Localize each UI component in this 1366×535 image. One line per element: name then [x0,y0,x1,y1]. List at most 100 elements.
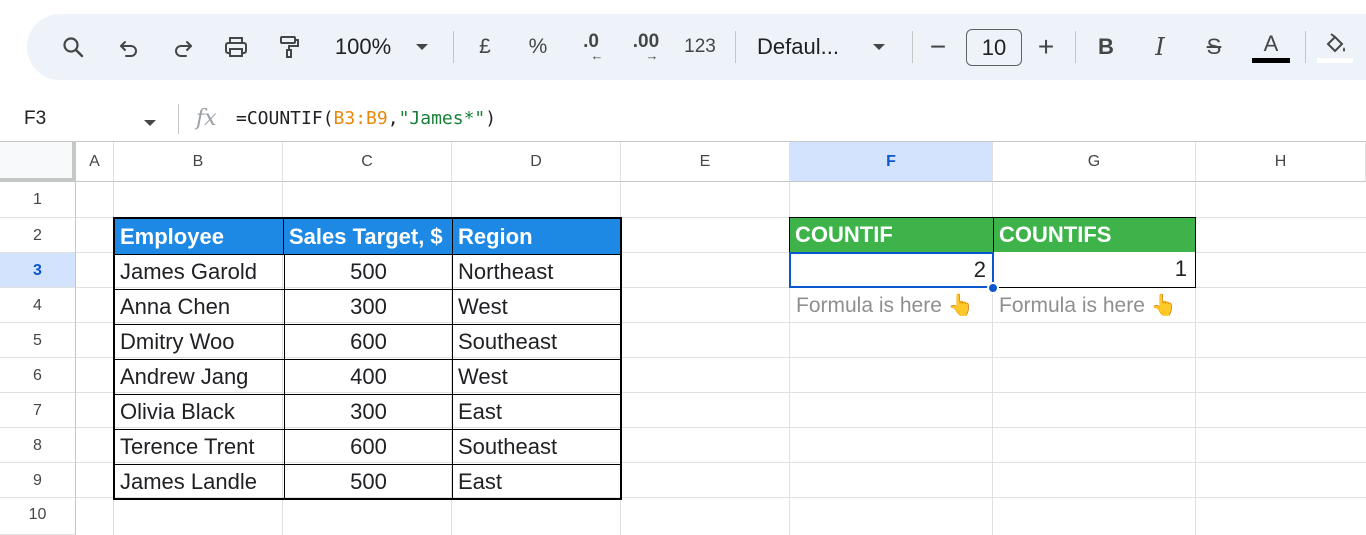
employee-cell[interactable]: James Landle [120,465,280,498]
undo-icon[interactable] [111,14,147,80]
formula-input[interactable]: =COUNTIF(B3:B9,"James*") [236,95,496,142]
formula-range: B3:B9 [333,108,388,129]
text-color-button[interactable]: A [1251,14,1291,80]
column-header-h[interactable]: H [1196,142,1366,182]
formula-note-f[interactable]: Formula is here 👆 [790,288,992,323]
row-header-7[interactable]: 7 [0,393,76,428]
countifs-header[interactable]: COUNTIFS [993,217,1196,253]
table-row: Olivia Black 300 East [115,394,620,429]
select-all-corner[interactable] [0,142,76,182]
font-size-value: 10 [981,34,1007,60]
countifs-result-cell[interactable]: 1 [993,252,1196,288]
region-cell[interactable]: East [458,465,618,498]
table-row: Terence Trent 600 Southeast [115,429,620,464]
sales-target-cell[interactable]: 600 [284,430,453,464]
strikethrough-icon: S [1206,34,1222,59]
row-header-3[interactable]: 3 [0,253,76,288]
search-icon[interactable] [55,14,91,80]
text-color-swatch [1252,57,1290,63]
redo-icon[interactable] [165,14,201,80]
sales-target-cell[interactable]: 600 [284,325,453,359]
formula-string: "James*" [398,108,486,129]
increase-decimal-button[interactable]: .00 → [626,14,666,80]
employee-cell[interactable]: Terence Trent [120,430,280,464]
row-header-10[interactable]: 10 [0,498,76,535]
spreadsheet-grid: A B C D E F G H 1 2 3 4 5 6 7 8 9 10 Emp… [0,142,1366,535]
arrow-left-icon: ← [590,48,604,63]
decrease-font-size-button[interactable]: − [923,14,953,80]
countif-header[interactable]: COUNTIF [789,217,994,253]
employee-cell[interactable]: James Garold [120,255,280,289]
employee-cell[interactable]: Dmitry Woo [120,325,280,359]
table-header-region[interactable]: Region [453,219,620,254]
bold-button[interactable]: B [1091,14,1121,80]
table-row: James Landle 500 East [115,464,620,498]
font-size-input[interactable]: 10 [966,29,1022,66]
region-cell[interactable]: East [458,395,618,429]
column-header-e[interactable]: E [621,142,790,182]
column-header-c[interactable]: C [283,142,452,182]
increase-font-size-button[interactable]: + [1031,14,1061,80]
name-box[interactable]: F3 [24,95,46,142]
row-header-4[interactable]: 4 [0,288,76,323]
employee-cell[interactable]: Olivia Black [120,395,280,429]
sales-target-cell[interactable]: 500 [284,465,453,498]
region-cell[interactable]: Southeast [458,430,618,464]
column-header-a[interactable]: A [76,142,114,182]
zoom-select[interactable]: 100% [327,14,399,80]
row-header-1[interactable]: 1 [0,182,76,218]
column-header-d[interactable]: D [452,142,621,182]
row-header-5[interactable]: 5 [0,323,76,358]
currency-format-button[interactable]: £ [470,14,500,80]
toolbar-divider [735,31,736,63]
row-header-9[interactable]: 9 [0,463,76,498]
sales-target-cell[interactable]: 300 [284,395,453,429]
table-row: Anna Chen 300 West [115,289,620,324]
toolbar: 100% £ % .0 ← .00 → 123 Defaul... − 10 +… [27,14,1366,80]
more-formats-button[interactable]: 123 [680,14,720,80]
column-header-g[interactable]: G [993,142,1196,182]
region-cell[interactable]: West [458,360,618,394]
table-header-employee[interactable]: Employee [115,219,284,254]
plus-icon: + [1037,31,1055,62]
paint-bucket-icon [1326,32,1345,52]
employee-cell[interactable]: Andrew Jang [120,360,280,394]
column-header-f[interactable]: F [790,142,993,182]
employee-cell[interactable]: Anna Chen [120,290,280,324]
fill-color-button[interactable] [1317,14,1353,80]
region-cell[interactable]: Southeast [458,325,618,359]
formula-comma: , [387,108,399,129]
paint-format-icon[interactable] [271,14,307,80]
percent-format-button[interactable]: % [523,14,553,80]
table-row: James Garold 500 Northeast [115,254,620,289]
toolbar-area: 100% £ % .0 ← .00 → 123 Defaul... − 10 +… [0,0,1366,95]
name-box-dropdown-icon[interactable] [143,114,157,132]
toolbar-divider [1305,31,1306,63]
font-family-select[interactable]: Defaul... [757,14,857,80]
region-cell[interactable]: Northeast [458,255,618,289]
row-header-6[interactable]: 6 [0,358,76,393]
column-header-b[interactable]: B [114,142,283,182]
strikethrough-button[interactable]: S [1199,14,1229,80]
zoom-dropdown-icon[interactable] [410,14,434,80]
formula-note-g[interactable]: Formula is here 👆 [993,288,1195,323]
countif-result-cell-selected[interactable]: 2 [789,252,994,288]
print-icon[interactable] [218,14,254,80]
sales-target-cell[interactable]: 500 [284,255,453,289]
decrease-decimal-button[interactable]: .0 ← [573,14,609,80]
row-header-2[interactable]: 2 [0,218,76,253]
formula-suffix: ) [485,108,497,129]
minus-icon: − [929,31,947,62]
table-header-sales-target[interactable]: Sales Target, $ [284,219,453,254]
toolbar-divider [453,31,454,63]
region-cell[interactable]: West [458,290,618,324]
row-header-8[interactable]: 8 [0,428,76,463]
font-dropdown-icon[interactable] [867,14,891,80]
fx-icon: fx [196,106,217,131]
text-color-icon: A [1263,30,1279,56]
percent-label: % [528,35,548,58]
arrow-right-icon: → [645,48,659,63]
italic-button[interactable]: I [1145,14,1175,80]
sales-target-cell[interactable]: 400 [284,360,453,394]
sales-target-cell[interactable]: 300 [284,290,453,324]
